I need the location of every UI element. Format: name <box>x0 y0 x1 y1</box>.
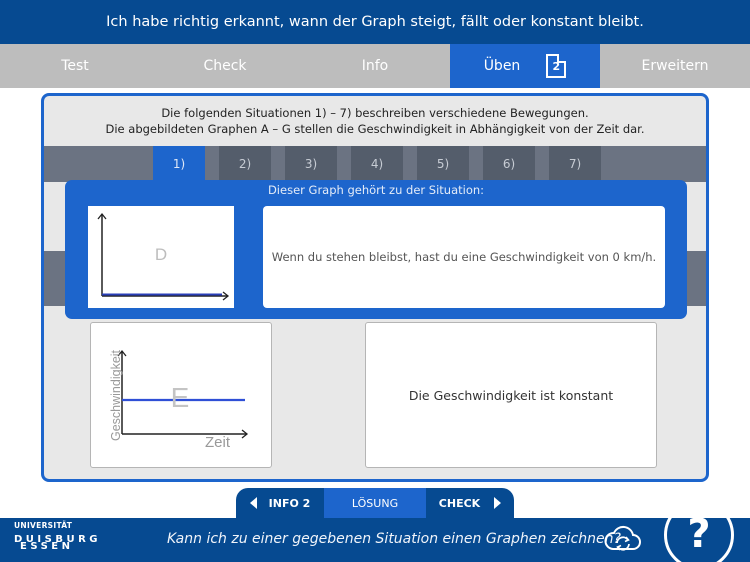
graph-card[interactable]: E Geschwindigkeit Zeit <box>90 322 272 468</box>
situation-tabs: 1) 2) 3) 4) 5) 6) 7) <box>44 146 706 182</box>
x-axis-label: Zeit <box>205 434 231 451</box>
document-icon: 2 <box>546 54 567 78</box>
graph-d-svg: D <box>97 212 230 301</box>
solution-text-card: Wenn du stehen bleibst, hast du eine Ges… <box>263 206 665 308</box>
y-axis-label: Geschwindigkeit <box>109 349 123 441</box>
prev-button[interactable]: INFO 2 <box>236 488 324 518</box>
solution-title: Dieser Graph gehört zu der Situation: <box>267 183 485 197</box>
instruction-line-1: Die folgenden Situationen 1) – 7) beschr… <box>161 106 589 120</box>
next-label: CHECK <box>438 496 481 510</box>
tab-check-label: Check <box>203 58 247 74</box>
instructions: Die folgenden Situationen 1) – 7) beschr… <box>44 96 706 146</box>
tab-ueben[interactable]: Üben 2 <box>450 44 600 88</box>
logo-line-1: UNIVERSITÄT <box>14 521 73 530</box>
tab-test[interactable]: Test <box>0 44 150 88</box>
situation-tab-1[interactable]: 1) <box>153 146 205 182</box>
tab-erweitern[interactable]: Erweitern <box>600 44 750 88</box>
footer: UNIVERSITÄT DUISBURG ESSEN Kann ich zu e… <box>0 518 750 562</box>
graph-letter: E <box>171 382 190 413</box>
university-logo: UNIVERSITÄT DUISBURG ESSEN <box>14 522 101 552</box>
tab-ueben-label: Üben <box>483 58 521 74</box>
solution-text: Wenn du stehen bleibst, hast du eine Ges… <box>271 250 657 264</box>
prev-label: INFO 2 <box>268 496 311 510</box>
footer-question: Kann ich zu einer gegebenen Situation ei… <box>167 531 621 547</box>
instruction-line-2: Die abgebildeten Graphen A – G stellen d… <box>105 122 645 136</box>
tab-info[interactable]: Info <box>300 44 450 88</box>
exercise-panel: Die folgenden Situationen 1) – 7) beschr… <box>41 93 709 482</box>
description-card[interactable]: Die Geschwindigkeit ist konstant <box>365 322 657 468</box>
main-tabs: Test Check Info Üben 2 Erweitern <box>0 44 750 88</box>
solution-button[interactable]: LÖSUNG <box>324 488 426 518</box>
solution-popup: Dieser Graph gehört zu der Situation: D … <box>65 180 687 319</box>
tab-erweitern-label: Erweitern <box>641 58 709 74</box>
arrow-left-icon <box>249 497 257 509</box>
help-symbol: ? <box>687 511 711 557</box>
next-button[interactable]: CHECK <box>426 488 514 518</box>
tab-check[interactable]: Check <box>150 44 300 88</box>
app-frame: Ich habe richtig erkannt, wann der Graph… <box>0 0 750 562</box>
situation-tab-5[interactable]: 5) <box>417 146 469 182</box>
situation-tab-2[interactable]: 2) <box>219 146 271 182</box>
graph-letter: D <box>155 245 167 264</box>
tab-test-label: Test <box>61 58 89 74</box>
situation-tab-3[interactable]: 3) <box>285 146 337 182</box>
cloud-sync-icon[interactable] <box>603 524 643 554</box>
situation-tab-6[interactable]: 6) <box>483 146 535 182</box>
bottom-navigation: INFO 2 LÖSUNG CHECK <box>236 488 514 518</box>
arrow-right-icon <box>494 497 502 509</box>
solution-graph: D <box>88 206 234 308</box>
page-badge: 2 <box>552 59 561 73</box>
tab-info-label: Info <box>361 58 389 74</box>
graph-e-svg: E Geschwindigkeit Zeit <box>109 349 249 451</box>
solution-label: LÖSUNG <box>351 496 399 510</box>
page-title: Ich habe richtig erkannt, wann der Graph… <box>106 14 644 30</box>
situation-tab-7[interactable]: 7) <box>549 146 601 182</box>
help-button[interactable]: ? <box>664 500 734 562</box>
situation-tab-4[interactable]: 4) <box>351 146 403 182</box>
page-header: Ich habe richtig erkannt, wann der Graph… <box>0 0 750 44</box>
description-text: Die Geschwindigkeit ist konstant <box>408 387 614 403</box>
